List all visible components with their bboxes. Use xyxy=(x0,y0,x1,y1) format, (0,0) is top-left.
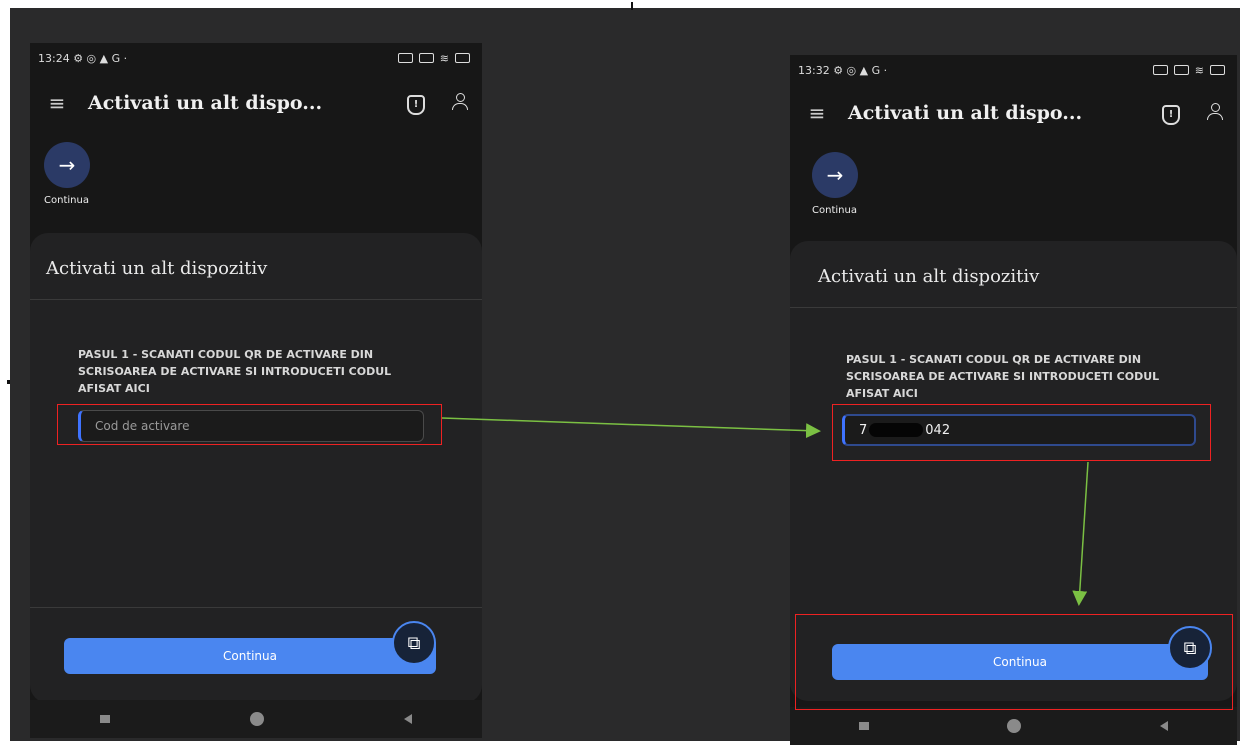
arrow-input-to-button xyxy=(1072,461,1089,606)
annotation-arrows xyxy=(441,417,1089,606)
arrow-left-to-right xyxy=(441,417,821,439)
